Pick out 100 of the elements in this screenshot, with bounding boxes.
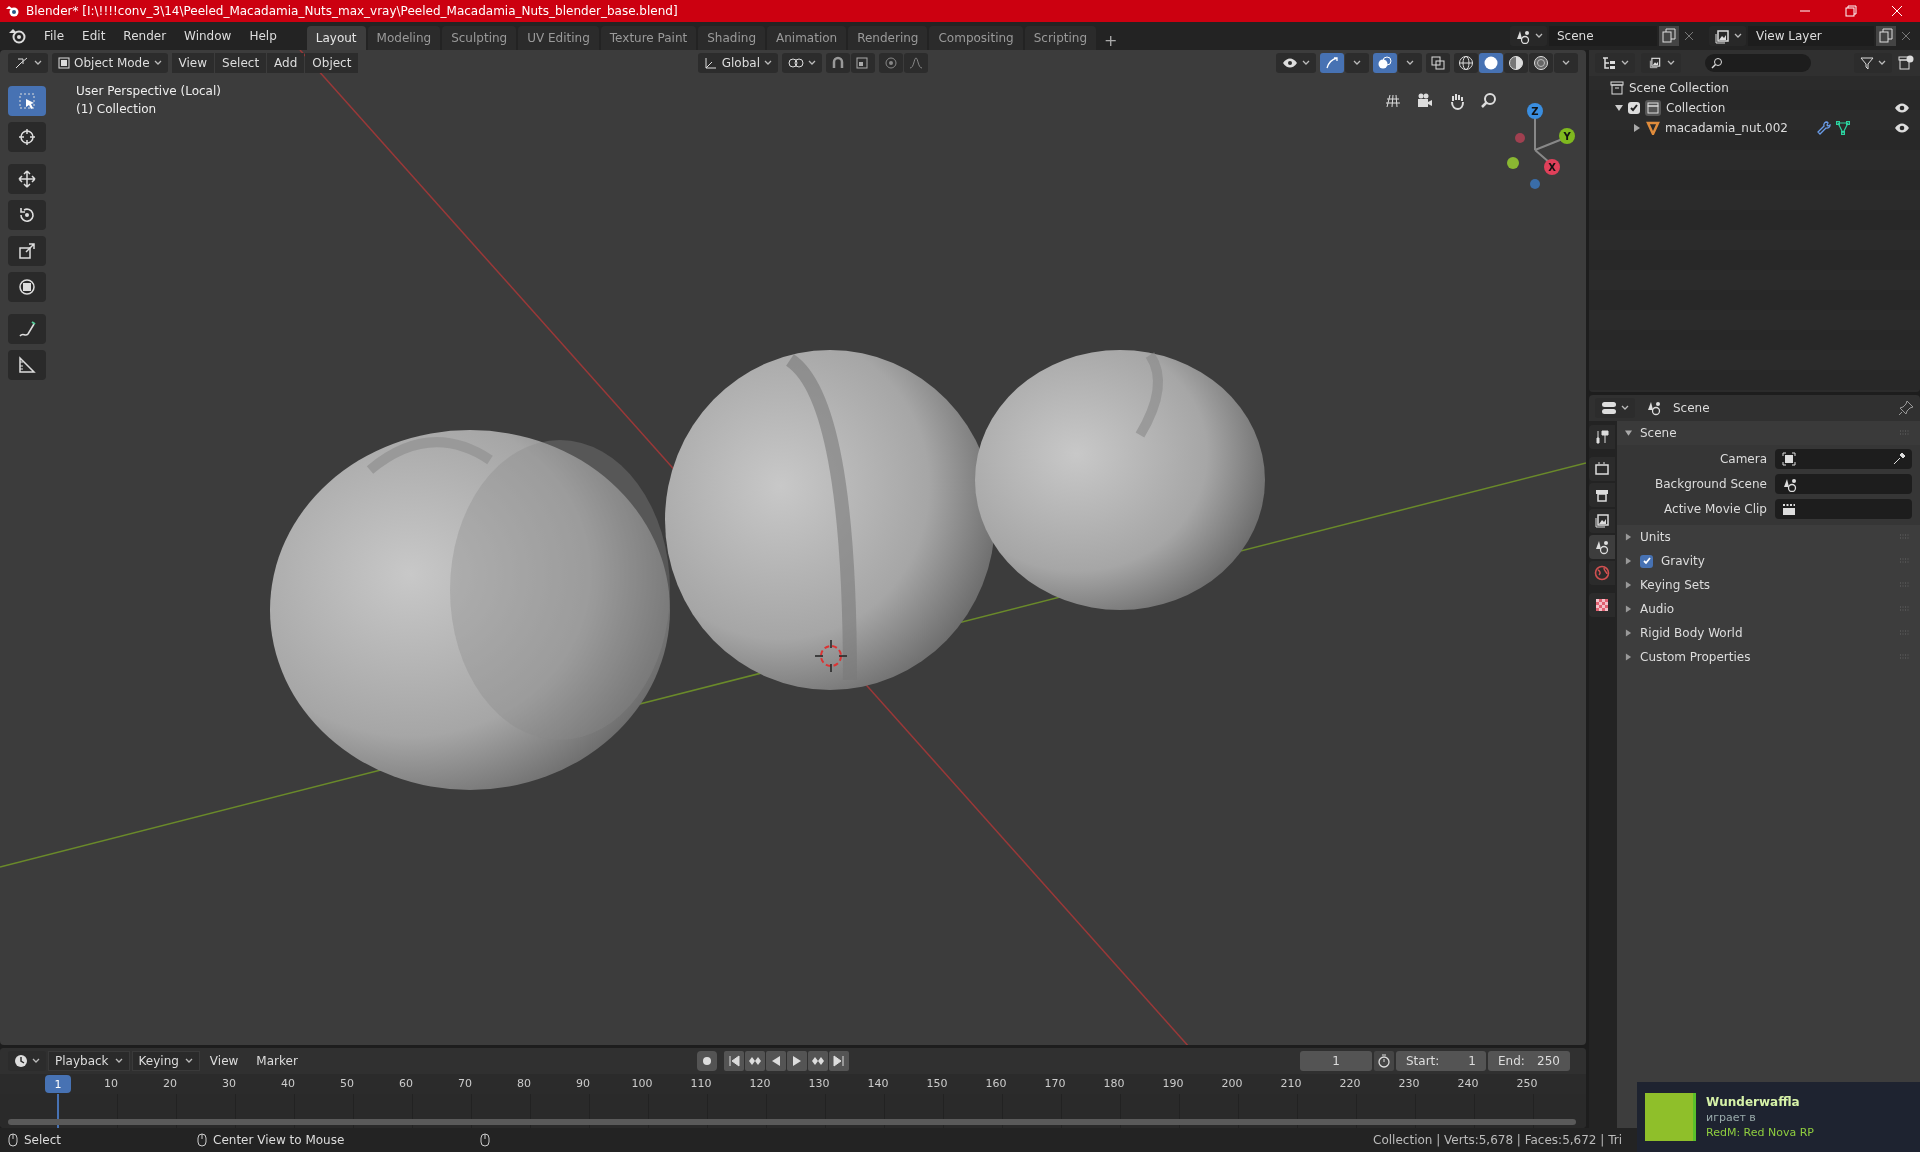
pin-icon[interactable] xyxy=(1898,400,1914,416)
editor-type-dropdown[interactable] xyxy=(8,1051,46,1071)
wrench-icon[interactable] xyxy=(1817,121,1831,135)
tool-button[interactable] xyxy=(8,122,46,152)
include-checkbox[interactable] xyxy=(1628,102,1640,114)
playhead-handle[interactable]: 1 xyxy=(45,1075,71,1093)
mode-dropdown[interactable]: Object Mode xyxy=(52,53,168,73)
gizmo-toggle-button[interactable] xyxy=(1320,53,1344,73)
current-frame-field[interactable]: 1 xyxy=(1300,1051,1372,1071)
search-field[interactable] xyxy=(1705,54,1811,72)
end-frame-field[interactable]: End: 250 xyxy=(1488,1051,1570,1071)
menu-item[interactable]: Edit xyxy=(74,26,114,46)
shading-mode-button[interactable] xyxy=(1504,53,1528,73)
menu-item[interactable]: Render xyxy=(115,26,175,46)
overlays-toggle-button[interactable] xyxy=(1373,53,1397,73)
overlays-dropdown[interactable] xyxy=(1398,53,1422,73)
properties-tab[interactable] xyxy=(1589,483,1615,507)
panel-header[interactable]: Keying Sets xyxy=(1640,578,1711,592)
pivot-dropdown[interactable] xyxy=(782,53,822,73)
eyedropper-icon[interactable] xyxy=(1892,452,1906,466)
start-frame-field[interactable]: Start: 1 xyxy=(1396,1051,1486,1071)
orientation-dropdown[interactable]: Global xyxy=(697,53,778,73)
axis-gizmo[interactable]: Z Y X xyxy=(1490,90,1580,190)
expand-triangle-icon[interactable] xyxy=(1615,104,1623,112)
visibility-dropdown[interactable] xyxy=(1276,53,1316,73)
collapsed-triangle-icon[interactable] xyxy=(1633,124,1641,132)
panel-header[interactable]: Rigid Body World xyxy=(1640,626,1743,640)
scene-field[interactable]: Scene xyxy=(1549,26,1657,46)
object-picker-field[interactable] xyxy=(1775,474,1912,494)
panel-header[interactable]: Custom Properties xyxy=(1640,650,1751,664)
tool-button[interactable] xyxy=(8,164,46,194)
menu-item[interactable]: File xyxy=(36,26,73,46)
workspace-tab[interactable]: Sculpting xyxy=(442,26,517,50)
new-collection-icon[interactable] xyxy=(1898,55,1914,71)
workspace-tab[interactable]: UV Editing xyxy=(518,26,599,50)
timeline-menu-item[interactable]: View xyxy=(201,1054,247,1068)
collapsed-triangle-icon[interactable] xyxy=(1625,557,1632,565)
workspace-tab[interactable]: Compositing xyxy=(929,26,1023,50)
preview-range-button[interactable] xyxy=(1374,1051,1394,1071)
menu-item[interactable]: Help xyxy=(241,26,285,46)
workspace-tab[interactable]: Rendering xyxy=(848,26,928,50)
camera-icon[interactable] xyxy=(1416,92,1434,110)
workspace-tab[interactable]: Scripting xyxy=(1024,26,1097,50)
properties-tab[interactable] xyxy=(1589,509,1615,533)
properties-tab[interactable] xyxy=(1589,425,1615,449)
app-logo-icon[interactable] xyxy=(8,28,26,44)
editor-type-dropdown[interactable] xyxy=(1595,398,1635,418)
next-keyframe-button[interactable] xyxy=(807,1051,828,1071)
tool-button[interactable] xyxy=(8,314,46,344)
snap-toggle-button[interactable] xyxy=(826,53,850,73)
properties-tab[interactable] xyxy=(1589,457,1615,481)
object-picker-field[interactable] xyxy=(1775,499,1912,519)
collapsed-triangle-icon[interactable] xyxy=(1625,605,1632,613)
workspace-tab[interactable]: Modeling xyxy=(367,26,441,50)
timeline-menu-item[interactable]: Marker xyxy=(248,1054,306,1068)
play-button[interactable] xyxy=(786,1051,807,1071)
viewport-menu-item[interactable]: View xyxy=(171,53,215,73)
tool-button[interactable] xyxy=(8,236,46,266)
editor-type-dropdown[interactable] xyxy=(8,53,48,73)
view-layer-field[interactable]: View Layer xyxy=(1748,26,1874,46)
shading-mode-button[interactable] xyxy=(1454,53,1478,73)
record-button[interactable] xyxy=(696,1051,717,1071)
shading-mode-button[interactable] xyxy=(1479,53,1503,73)
shading-mode-button[interactable] xyxy=(1529,53,1553,73)
add-workspace-icon[interactable]: + xyxy=(1098,31,1124,50)
snap-dropdown[interactable] xyxy=(851,53,875,73)
timeline-menu-dropdown[interactable]: Keying xyxy=(131,1051,200,1071)
zoom-icon[interactable] xyxy=(1480,92,1498,110)
jump-start-button[interactable] xyxy=(723,1051,744,1071)
outliner-item[interactable]: Collection xyxy=(1666,101,1726,115)
mesh-data-icon[interactable] xyxy=(1836,121,1850,135)
section-checkbox[interactable] xyxy=(1640,554,1653,568)
view-layer-dropdown[interactable] xyxy=(1641,53,1681,73)
panel-header[interactable]: Units xyxy=(1640,530,1671,544)
viewport-menu-item[interactable]: Select xyxy=(215,53,267,73)
collapsed-triangle-icon[interactable] xyxy=(1625,653,1632,661)
outliner-item[interactable]: macadamia_nut.002 xyxy=(1665,121,1788,135)
timeline-scrollbar[interactable] xyxy=(8,1119,1576,1125)
timeline-menu-dropdown[interactable]: Playback xyxy=(48,1051,130,1071)
collapsed-triangle-icon[interactable] xyxy=(1625,533,1632,541)
collapsed-triangle-icon[interactable] xyxy=(1625,629,1632,637)
view-layer-type-dropdown[interactable] xyxy=(1709,26,1746,46)
proportional-edit-button[interactable] xyxy=(879,53,903,73)
play-reverse-button[interactable] xyxy=(765,1051,786,1071)
tool-button[interactable] xyxy=(8,86,46,116)
scene-type-dropdown[interactable] xyxy=(1510,26,1547,46)
panel-header[interactable]: Audio xyxy=(1640,602,1675,616)
hand-icon[interactable] xyxy=(1448,92,1466,110)
tool-button[interactable] xyxy=(8,272,46,302)
properties-tab[interactable] xyxy=(1589,593,1615,617)
collapsed-triangle-icon[interactable] xyxy=(1625,581,1632,589)
grid-view-icon[interactable] xyxy=(1384,92,1402,110)
workspace-tab[interactable]: Texture Paint xyxy=(600,26,697,50)
menu-item[interactable]: Window xyxy=(176,26,240,46)
copy-icon[interactable] xyxy=(1876,26,1896,46)
outliner-item[interactable]: Scene Collection xyxy=(1629,81,1729,95)
copy-icon[interactable] xyxy=(1659,26,1679,46)
panel-header[interactable]: Gravity xyxy=(1661,554,1705,568)
eye-icon[interactable] xyxy=(1894,122,1910,134)
workspace-tab[interactable]: Layout xyxy=(306,26,366,50)
